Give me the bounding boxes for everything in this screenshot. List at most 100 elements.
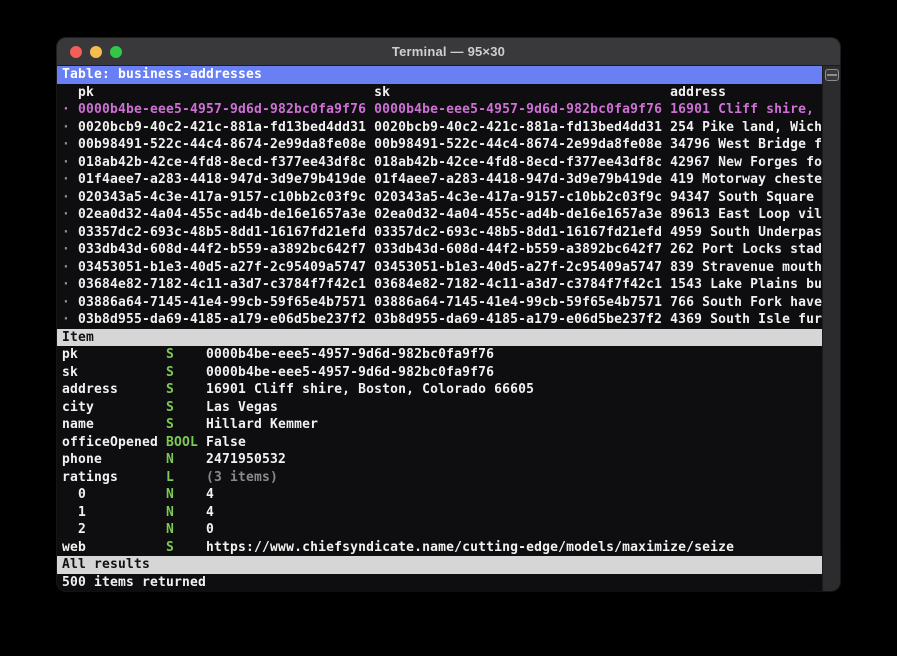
row-bullet: · [62, 259, 79, 275]
table-row[interactable]: · 03357dc2-693c-48b5-8dd1-16167fd21efd 0… [57, 224, 822, 242]
row-address: 4369 South Isle fur [670, 312, 822, 327]
row-address: 4959 South Underpas [670, 224, 822, 240]
item-field-key: web [62, 539, 167, 555]
row-bullet: · [62, 242, 79, 257]
terminal-window: Terminal — 95×30 Table: business-address… [57, 38, 840, 591]
table-title-bar: Table: business-addresses [57, 66, 822, 84]
item-field-value: 4 [206, 487, 215, 502]
item-field-key: ratings [62, 469, 167, 485]
table-row[interactable]: · 033db43d-608d-44f2-b559-a3892bc642f7 0… [57, 241, 822, 259]
table-row[interactable]: · 018ab42b-42ce-4fd8-8ecd-f377ee43df8c 0… [57, 154, 822, 172]
scrollbar-track[interactable] [822, 66, 840, 591]
row-sk: 03b8d955-da69-4185-a179-e06d5be237f2 [374, 312, 671, 327]
terminal-body: Table: business-addresses pk sk address … [57, 66, 840, 591]
item-field-value: 0 [206, 522, 215, 537]
item-field-key: 1 [62, 504, 167, 520]
item-field-value: 0000b4be-eee5-4957-9d6d-982bc0fa9f76 [206, 364, 495, 380]
row-pk: 03357dc2-693c-48b5-8dd1-16167fd21efd [78, 224, 375, 240]
item-field-type: N [166, 504, 207, 520]
row-sk: 018ab42b-42ce-4fd8-8ecd-f377ee43df8c [374, 154, 671, 170]
row-bullet: · [62, 189, 79, 205]
table-row[interactable]: · 03453051-b1e3-40d5-a27f-2c95409a5747 0… [57, 259, 822, 277]
row-bullet: · [62, 294, 79, 310]
table-row[interactable]: · 03b8d955-da69-4185-a179-e06d5be237f2 0… [57, 311, 822, 329]
item-field-type: S [166, 382, 207, 397]
split-pane-icon[interactable] [824, 69, 839, 81]
item-field-type: N [166, 452, 207, 467]
row-sk: 0020bcb9-40c2-421c-881a-fd13bed4dd31 [374, 119, 671, 135]
item-field-row: city S Las Vegas [57, 399, 822, 417]
item-field-type: N [166, 522, 207, 537]
column-header-indent [62, 85, 78, 100]
row-bullet: · [62, 172, 79, 187]
table-row[interactable]: · 01f4aee7-a283-4418-947d-3d9e79b419de 0… [57, 171, 822, 189]
table-row[interactable]: · 020343a5-4c3e-417a-9157-c10bb2c03f9c 0… [57, 189, 822, 207]
table-row[interactable]: · 00b98491-522c-44c4-8674-2e99da8fe08e 0… [57, 136, 822, 154]
item-field-key: 2 [62, 522, 167, 537]
row-bullet: · [62, 137, 79, 152]
row-sk: 02ea0d32-4a04-455c-ad4b-de16e1657a3e [374, 207, 671, 222]
row-pk: 033db43d-608d-44f2-b559-a3892bc642f7 [78, 242, 375, 257]
window-titlebar[interactable]: Terminal — 95×30 [57, 38, 840, 66]
item-field-type: L [166, 469, 207, 485]
item-field-row: address S 16901 Cliff shire, Boston, Col… [57, 381, 822, 399]
item-field-value: 4 [206, 504, 215, 520]
window-title: Terminal — 95×30 [391, 44, 506, 59]
row-sk: 03684e82-7182-4c11-a3d7-c3784f7f42c1 [374, 277, 671, 292]
item-field-key: address [62, 382, 167, 397]
item-field-row: 0 N 4 [57, 486, 822, 504]
column-header-address: address [670, 84, 727, 100]
item-field-value: 16901 Cliff shire, Boston, Colorado 6660… [206, 382, 535, 397]
table-row[interactable]: · 03886a64-7145-41e4-99cb-59f65e4b7571 0… [57, 294, 822, 312]
row-address: 839 Stravenue mouth [670, 259, 822, 275]
item-field-row: pk S 0000b4be-eee5-4957-9d6d-982bc0fa9f7… [57, 346, 822, 364]
row-pk: 0020bcb9-40c2-421c-881a-fd13bed4dd31 [78, 119, 375, 135]
row-pk: 00b98491-522c-44c4-8674-2e99da8fe08e [78, 137, 375, 152]
row-bullet: · [62, 207, 79, 222]
row-bullet: · [62, 277, 79, 292]
item-field-row: name S Hillard Kemmer [57, 416, 822, 434]
row-pk: 03b8d955-da69-4185-a179-e06d5be237f2 [78, 312, 375, 327]
row-address: 89613 East Loop vil [670, 207, 822, 222]
zoom-button[interactable] [110, 45, 122, 58]
row-sk: 0000b4be-eee5-4957-9d6d-982bc0fa9f76 [374, 102, 671, 117]
item-field-type: S [166, 364, 207, 380]
row-address: 1543 Lake Plains bu [670, 277, 822, 292]
item-field-row: web S https://www.chiefsyndicate.name/cu… [57, 539, 822, 557]
results-filter-bar: All results [57, 556, 822, 574]
row-bullet: · [62, 119, 79, 135]
item-field-value: 2471950532 [206, 452, 287, 467]
table-row[interactable]: · 0020bcb9-40c2-421c-881a-fd13bed4dd31 0… [57, 119, 822, 137]
row-address: 42967 New Forges fo [670, 154, 822, 170]
row-sk: 01f4aee7-a283-4418-947d-3d9e79b419de [374, 172, 671, 187]
item-field-value: (3 items) [206, 469, 279, 485]
row-sk: 033db43d-608d-44f2-b559-a3892bc642f7 [374, 242, 671, 257]
row-address: 254 Pike land, Wich [670, 119, 822, 135]
item-field-row: ratings L (3 items) [57, 469, 822, 487]
row-address: 766 South Fork have [670, 294, 822, 310]
item-field-row: 2 N 0 [57, 521, 822, 539]
item-field-value: Hillard Kemmer [206, 417, 319, 432]
row-sk: 03357dc2-693c-48b5-8dd1-16167fd21efd [374, 224, 671, 240]
table-row[interactable]: · 03684e82-7182-4c11-a3d7-c3784f7f42c1 0… [57, 276, 822, 294]
item-section-header: Item [57, 328, 822, 346]
item-field-type: S [166, 399, 207, 415]
item-field-value: 0000b4be-eee5-4957-9d6d-982bc0fa9f76 [206, 347, 495, 362]
item-field-key: phone [62, 452, 167, 467]
row-address: 262 Port Locks stad [670, 242, 822, 257]
minimize-button[interactable] [90, 45, 102, 58]
table-rows: · 0000b4be-eee5-4957-9d6d-982bc0fa9f76 0… [57, 101, 822, 329]
row-pk: 01f4aee7-a283-4418-947d-3d9e79b419de [78, 172, 375, 187]
row-sk: 03453051-b1e3-40d5-a27f-2c95409a5747 [374, 259, 671, 275]
table-row[interactable]: · 02ea0d32-4a04-455c-ad4b-de16e1657a3e 0… [57, 206, 822, 224]
item-field-key: 0 [62, 487, 167, 502]
item-field-type: BOOL [166, 434, 207, 450]
row-address: 94347 South Square [670, 189, 815, 205]
item-field-row: sk S 0000b4be-eee5-4957-9d6d-982bc0fa9f7… [57, 364, 822, 382]
item-field-value: False [206, 434, 247, 450]
column-header-sk: sk [374, 84, 671, 100]
table-row[interactable]: · 0000b4be-eee5-4957-9d6d-982bc0fa9f76 0… [57, 101, 822, 119]
close-button[interactable] [70, 45, 82, 58]
row-sk: 020343a5-4c3e-417a-9157-c10bb2c03f9c [374, 189, 671, 205]
row-pk: 03684e82-7182-4c11-a3d7-c3784f7f42c1 [78, 277, 375, 292]
